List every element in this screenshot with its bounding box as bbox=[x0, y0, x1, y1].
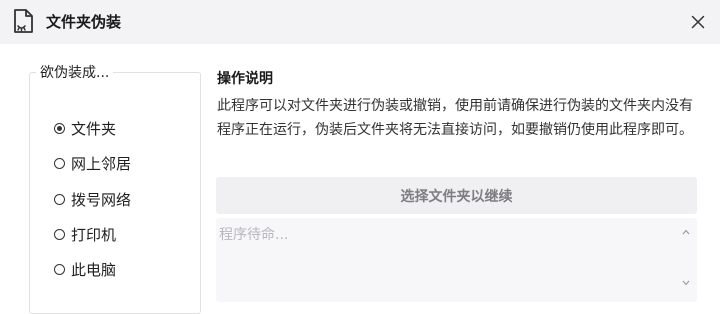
radio-folder[interactable]: 文件夹 bbox=[54, 116, 116, 140]
radio-icon bbox=[54, 193, 65, 205]
window-title: 文件夹伪装 bbox=[46, 13, 122, 31]
radio-icon bbox=[54, 157, 65, 169]
radio-label: 文件夹 bbox=[71, 119, 117, 138]
radio-network-neighborhood[interactable]: 网上邻居 bbox=[54, 151, 131, 175]
radio-label: 打印机 bbox=[71, 225, 117, 244]
log-output[interactable]: 程序待命... bbox=[216, 218, 697, 302]
radio-icon bbox=[54, 263, 65, 275]
instructions-text: 此程序可以对文件夹进行伪装或撤销，使用前请确保进行伪装的文件夹内没有程序正在运行… bbox=[217, 98, 693, 138]
scroll-up-button[interactable] bbox=[681, 227, 691, 237]
radio-label: 拨号网络 bbox=[71, 190, 132, 209]
radio-label: 网上邻居 bbox=[71, 154, 132, 173]
chevron-up-icon bbox=[682, 229, 690, 235]
close-button[interactable] bbox=[684, 8, 712, 36]
title-bar: 文件夹伪装 bbox=[0, 0, 720, 44]
options-legend: 欲伪装成... bbox=[36, 62, 114, 82]
instructions-heading: 操作说明 bbox=[217, 71, 273, 87]
log-placeholder: 程序待命... bbox=[219, 227, 289, 243]
scroll-down-button[interactable] bbox=[681, 278, 691, 288]
radio-this-pc[interactable]: 此电脑 bbox=[54, 257, 116, 281]
close-icon bbox=[691, 15, 705, 29]
radio-dial-up-network[interactable]: 拨号网络 bbox=[54, 187, 131, 211]
radio-printer[interactable]: 打印机 bbox=[54, 222, 116, 246]
radio-label: 此电脑 bbox=[71, 260, 117, 279]
file-shield-icon bbox=[14, 9, 33, 33]
radio-icon bbox=[54, 228, 65, 240]
select-folder-button[interactable]: 选择文件夹以继续 bbox=[216, 177, 697, 214]
chevron-down-icon bbox=[682, 280, 690, 286]
radio-icon bbox=[54, 122, 65, 134]
